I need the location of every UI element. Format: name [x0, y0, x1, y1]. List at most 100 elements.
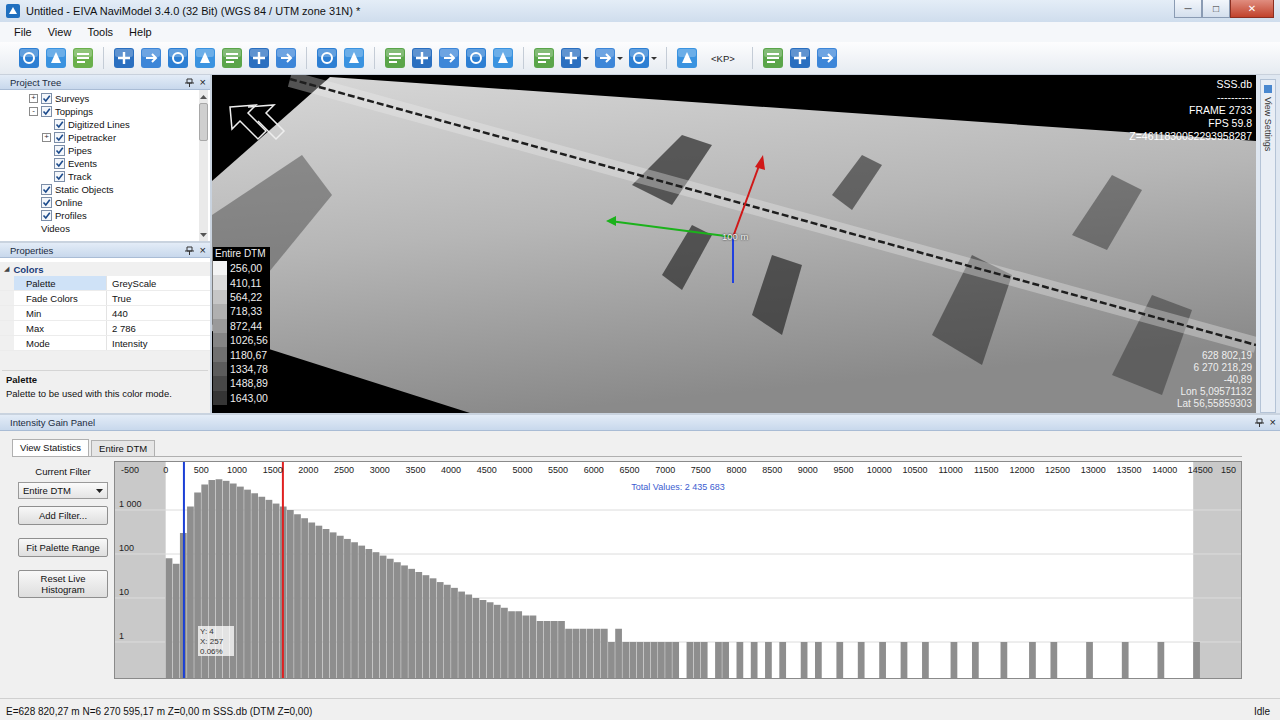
toolbar-button[interactable]	[343, 47, 365, 69]
dropdown-arrow-icon[interactable]	[583, 57, 589, 60]
toolbar-button[interactable]	[560, 47, 589, 69]
checkbox[interactable]	[41, 93, 52, 104]
pin-icon[interactable]	[185, 78, 194, 87]
tree-item[interactable]: Videos	[0, 222, 199, 235]
toolbar-button[interactable]	[194, 47, 216, 69]
property-row[interactable]: ModeIntensity	[0, 336, 210, 351]
tree-item[interactable]: Digitized Lines	[0, 118, 199, 131]
seabed-render[interactable]	[212, 75, 1256, 413]
view-settings-tab[interactable]: View Settings	[1260, 79, 1276, 413]
histogram-bar	[651, 642, 658, 678]
tree-item[interactable]: Track	[0, 170, 199, 183]
toolbar-button[interactable]	[45, 47, 67, 69]
histogram-bar	[522, 616, 529, 678]
histogram-chart[interactable]: -500050010001500200025003000350040004500…	[115, 462, 1241, 678]
toolbar-button[interactable]	[465, 47, 487, 69]
status-text: E=628 820,27 m N=6 270 595,17 m Z=0,00 m…	[6, 706, 312, 717]
kp-label[interactable]: <KP>	[703, 53, 743, 64]
window-button[interactable]: □	[1202, 0, 1230, 18]
tree-item[interactable]: Online	[0, 196, 199, 209]
toolbar-button[interactable]	[492, 47, 514, 69]
toolbar-button[interactable]	[18, 47, 40, 69]
scroll-down-icon[interactable]	[200, 233, 207, 238]
menu-item[interactable]: View	[42, 26, 78, 38]
tab[interactable]: Entire DTM	[91, 440, 155, 456]
toolbar-button[interactable]	[438, 47, 460, 69]
toolbar-button[interactable]	[113, 47, 135, 69]
toolbar-button[interactable]	[275, 47, 297, 69]
checkbox[interactable]	[41, 106, 52, 117]
checkbox[interactable]	[41, 184, 52, 195]
close-button[interactable]: ×	[1270, 417, 1276, 428]
dropdown-arrow-icon[interactable]	[617, 57, 623, 60]
close-button[interactable]: ×	[200, 245, 206, 256]
tree-item[interactable]: Pipes	[0, 144, 199, 157]
dropdown-arrow-icon[interactable]	[651, 57, 657, 60]
range-marker[interactable]	[183, 462, 185, 678]
toolbar-button[interactable]	[140, 47, 162, 69]
project-tree-panel: Project Tree×+Surveys-ToppingsDigitized …	[0, 75, 210, 241]
checkbox[interactable]	[54, 119, 65, 130]
y-tick: 1 000	[119, 499, 142, 509]
toolbar-button[interactable]	[72, 47, 94, 69]
histogram-bar	[287, 510, 294, 678]
menu-item[interactable]: Help	[123, 26, 158, 38]
menu-item[interactable]: Tools	[81, 26, 119, 38]
menu-item[interactable]: File	[8, 26, 38, 38]
pin-icon[interactable]	[1255, 418, 1264, 427]
property-row[interactable]: PaletteGreyScale	[0, 276, 210, 291]
toolbar-button[interactable]	[789, 47, 811, 69]
panel-button[interactable]: Reset Live Histogram	[18, 570, 108, 598]
property-category[interactable]: ◢Colors	[0, 262, 210, 276]
checkbox[interactable]	[54, 145, 65, 156]
filter-select[interactable]: Entire DTM	[18, 482, 108, 499]
scrollbar[interactable]	[199, 90, 208, 241]
property-row[interactable]: Min440	[0, 306, 210, 321]
expander[interactable]: -	[29, 107, 38, 116]
pin-icon[interactable]	[185, 246, 194, 255]
checkbox[interactable]	[54, 171, 65, 182]
3d-view[interactable]: 100 mSSS.db----------FRAME 2733FPS 59.8Z…	[212, 75, 1256, 413]
window-button[interactable]: ─	[1174, 0, 1202, 18]
toolbar-button[interactable]	[221, 47, 243, 69]
histogram-bar	[779, 642, 786, 678]
property-row[interactable]: Fade ColorsTrue	[0, 291, 210, 306]
range-marker[interactable]	[282, 462, 284, 678]
expander[interactable]: +	[42, 133, 51, 142]
checkbox[interactable]	[54, 158, 65, 169]
scroll-thumb[interactable]	[199, 103, 208, 141]
panel-button[interactable]: Fit Palette Range	[18, 538, 108, 557]
tree-item[interactable]: Events	[0, 157, 199, 170]
toolbar-button[interactable]	[384, 47, 406, 69]
toolbar-button[interactable]	[676, 47, 698, 69]
toolbar-button[interactable]	[533, 47, 555, 69]
panel-button[interactable]: Add Filter...	[18, 506, 108, 525]
tree-item[interactable]: Profiles	[0, 209, 199, 222]
toolbar-button[interactable]	[628, 47, 657, 69]
toolbar-button[interactable]	[762, 47, 784, 69]
toolbar-button[interactable]	[594, 47, 623, 69]
checkbox[interactable]	[41, 197, 52, 208]
checkbox[interactable]	[54, 132, 65, 143]
histogram-bar	[751, 642, 758, 678]
property-row[interactable]: Max2 786	[0, 321, 210, 336]
scroll-up-icon[interactable]	[200, 94, 207, 99]
expander[interactable]: +	[29, 94, 38, 103]
toolbar-button[interactable]	[816, 47, 838, 69]
toolbar-button[interactable]	[167, 47, 189, 69]
close-button[interactable]: ×	[200, 77, 206, 88]
checkbox[interactable]	[41, 210, 52, 221]
tree-item[interactable]: +Surveys	[0, 92, 199, 105]
window-button[interactable]: ✕	[1230, 0, 1274, 18]
tree-item[interactable]: -Toppings	[0, 105, 199, 118]
histogram[interactable]: -500050010001500200025003000350040004500…	[114, 461, 1242, 679]
toolbar-button[interactable]	[248, 47, 270, 69]
navigation-arrow-icon[interactable]	[226, 101, 286, 145]
toolbar-button[interactable]	[316, 47, 338, 69]
tree-item[interactable]: +Pipetracker	[0, 131, 199, 144]
toolbar-button[interactable]	[411, 47, 433, 69]
tree-item[interactable]: Static Objects	[0, 183, 199, 196]
histogram-bar	[1193, 642, 1200, 678]
tab[interactable]: View Statistics	[12, 439, 89, 456]
histogram-bar	[1158, 642, 1165, 678]
